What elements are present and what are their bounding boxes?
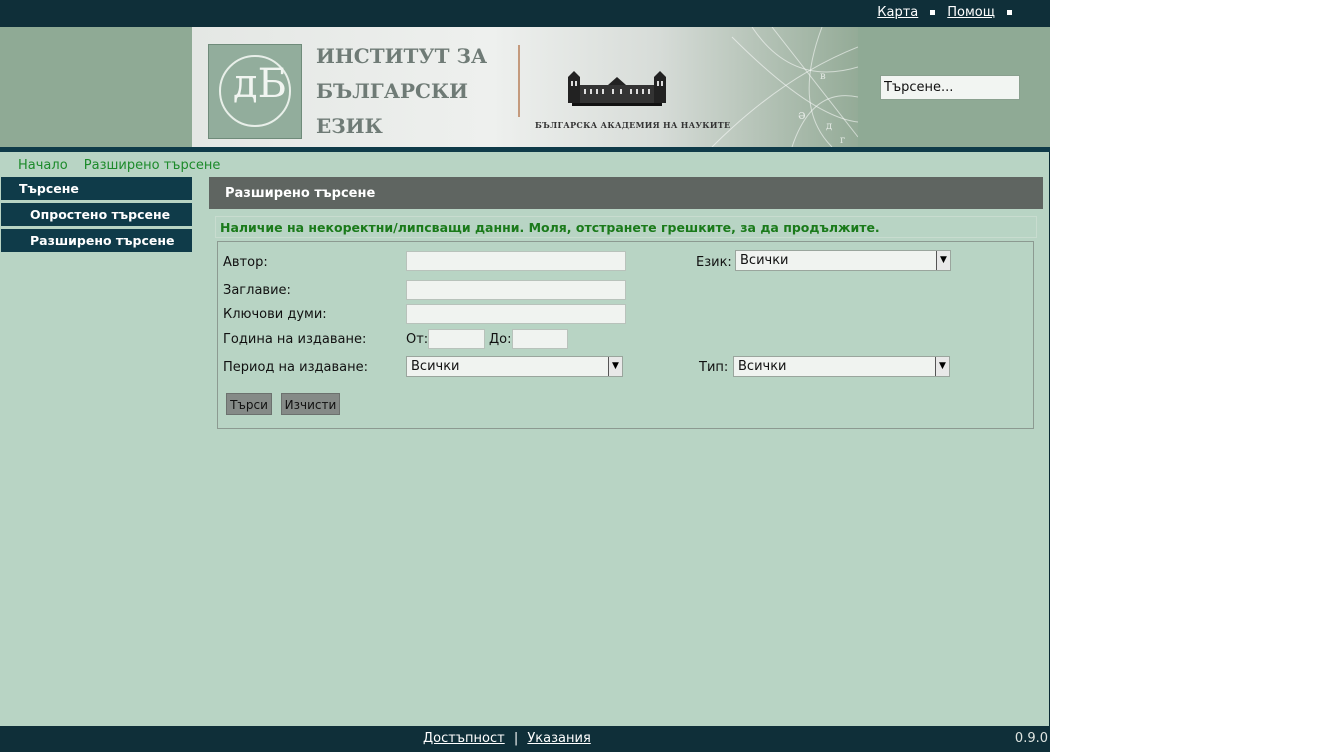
footer-links: Достъпност | Указания (423, 731, 591, 746)
logo-monogram-icon: дБ (233, 61, 288, 107)
sidebar: Търсене Опростено търсене Разширено търс… (1, 177, 192, 255)
year-from-label: От: (406, 332, 429, 347)
year-label: Година на издаване: (223, 332, 367, 347)
svg-text:г: г (840, 135, 845, 146)
institute-name-line: БЪЛГАРСКИ (316, 79, 469, 103)
institute-name-line: ЕЗИК (316, 114, 383, 138)
top-links: Карта Помощ (877, 5, 1014, 20)
institute-name-line: ИНСТИТУТ ЗА (316, 44, 488, 68)
language-label: Език: (696, 255, 732, 270)
footer-separator: | (513, 731, 519, 746)
breadcrumb-home[interactable]: Начало (18, 158, 68, 173)
clear-button[interactable]: Изчисти (281, 393, 340, 415)
year-to-input[interactable] (512, 329, 568, 349)
author-label: Автор: (223, 255, 268, 270)
search-button[interactable]: Търси (226, 393, 272, 415)
help-link[interactable]: Помощ (947, 5, 995, 20)
period-select-value: Всички (411, 359, 460, 374)
header: ə д ʙ г дБ ИНСТИТУТ ЗА БЪЛГАРСКИ ЕЗИК БЪ… (0, 27, 1050, 147)
period-select[interactable]: Всички ▼ (406, 356, 623, 377)
title-label: Заглавие: (223, 283, 291, 298)
top-bar: Карта Помощ (0, 0, 1050, 27)
breadcrumb-advanced-search[interactable]: Разширено търсене (84, 158, 221, 173)
site-search-input[interactable] (880, 75, 1020, 100)
page-title: Разширено търсене (209, 177, 1043, 209)
accessibility-link[interactable]: Достъпност (423, 731, 505, 746)
type-select[interactable]: Всички ▼ (733, 356, 950, 377)
version-number: 0.9.0 (1014, 731, 1048, 746)
bullet-separator (930, 10, 936, 15)
year-to-label: До: (489, 332, 512, 347)
footer: Достъпност | Указания 0.9.0 (0, 726, 1050, 752)
institute-banner[interactable]: ə д ʙ г дБ ИНСТИТУТ ЗА БЪЛГАРСКИ ЕЗИК БЪ… (192, 27, 858, 147)
sidebar-item-search[interactable]: Търсене (1, 177, 192, 200)
svg-text:ʙ: ʙ (820, 71, 826, 82)
chevron-down-icon: ▼ (936, 251, 950, 270)
error-message: Наличие на некоректни/липсващи данни. Мо… (215, 216, 1037, 238)
language-select[interactable]: Всички ▼ (735, 250, 951, 271)
svg-text:д: д (826, 121, 832, 132)
type-select-value: Всички (738, 359, 787, 374)
language-select-value: Всички (740, 253, 789, 268)
chevron-down-icon: ▼ (608, 357, 622, 376)
sitemap-link[interactable]: Карта (877, 5, 918, 20)
breadcrumb: Начало Разширено търсене (18, 158, 232, 173)
instructions-link[interactable]: Указания (527, 731, 590, 746)
svg-text:ə: ə (798, 108, 806, 123)
academy-name: БЪЛГАРСКА АКАДЕМИЯ НА НАУКИТЕ (535, 120, 731, 130)
sidebar-item-simple-search[interactable]: Опростено търсене (1, 203, 192, 226)
institute-logo: дБ (208, 44, 302, 139)
academy-building-icon (568, 71, 666, 106)
advanced-search-form: Автор: Език: Всички ▼ Заглавие: Ключови … (217, 241, 1034, 429)
keywords-label: Ключови думи: (223, 307, 327, 322)
title-input[interactable] (406, 280, 626, 300)
bullet-separator (1007, 10, 1012, 15)
year-from-input[interactable] (428, 329, 485, 349)
period-label: Период на издаване: (223, 360, 368, 375)
header-divider (0, 147, 1050, 152)
author-input[interactable] (406, 251, 626, 271)
institute-name: ИНСТИТУТ ЗА БЪЛГАРСКИ ЕЗИК (316, 39, 487, 144)
sidebar-item-advanced-search[interactable]: Разширено търсене (1, 229, 192, 252)
keywords-input[interactable] (406, 304, 626, 324)
type-label: Тип: (699, 360, 729, 375)
banner-divider (518, 45, 520, 117)
page: Карта Помощ ə д ʙ г дБ ИНСТИТУТ ЗА БЪЛГА… (0, 0, 1050, 752)
chevron-down-icon: ▼ (935, 357, 949, 376)
